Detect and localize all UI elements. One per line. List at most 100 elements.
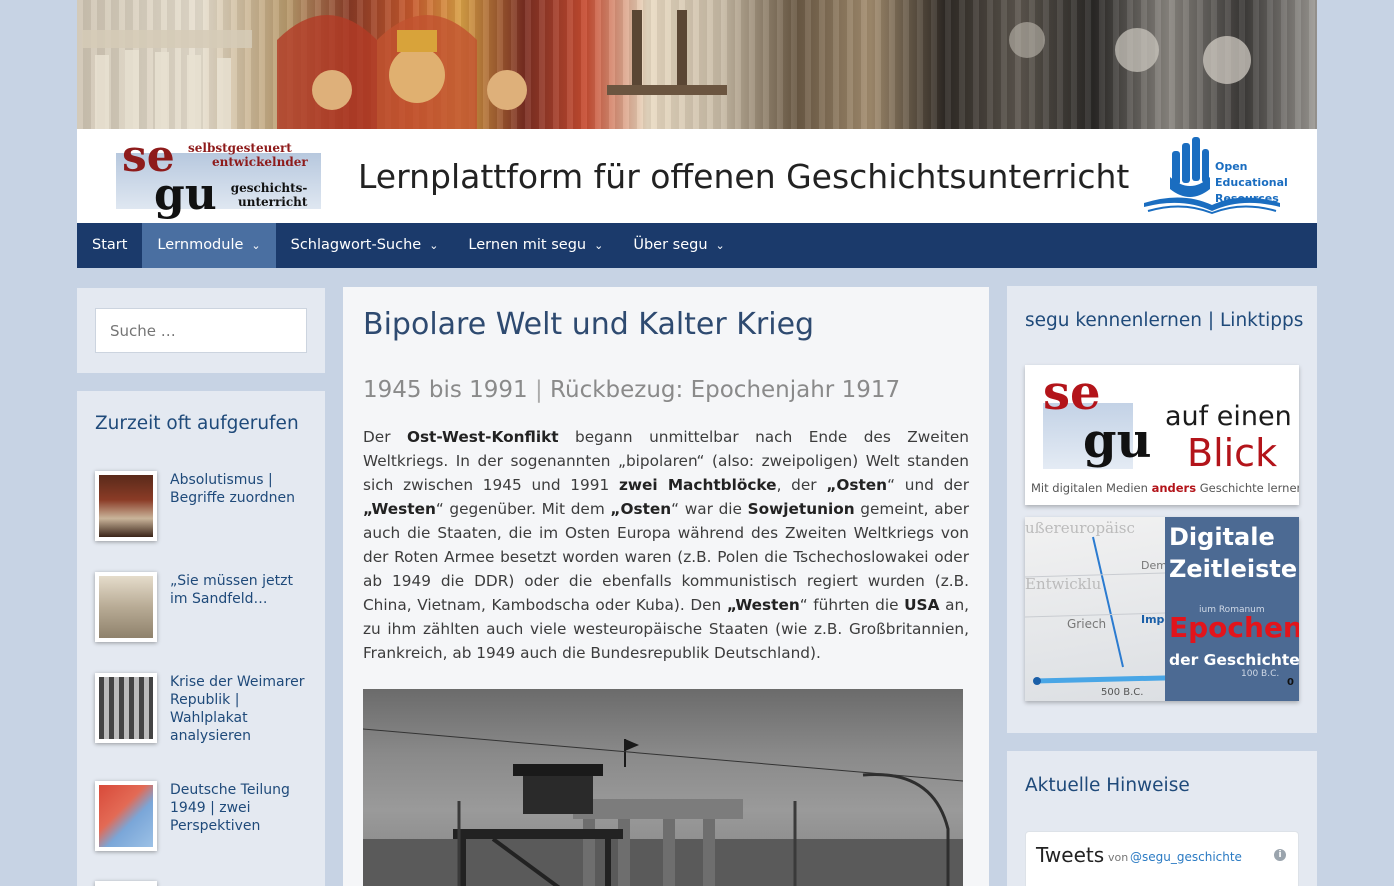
nav-lernen-mit-segu[interactable]: Lernen mit segu ⌄ [453, 223, 618, 268]
chevron-down-icon: ⌄ [715, 239, 725, 252]
nav-schlagwort-suche[interactable]: Schlagwort-Suche ⌄ [276, 223, 454, 268]
sandfeld-image [99, 576, 153, 638]
list-item[interactable]: Absolutismus | Begriffe zuordnen [95, 471, 315, 543]
text: “ und der [887, 476, 969, 494]
nav-lernmodule-label: Lernmodule [157, 237, 244, 253]
oer-line-3: Resources [1215, 192, 1279, 205]
promo-line2: Blick [1187, 431, 1278, 475]
bold-term: zwei Machtblöcke [618, 476, 777, 494]
promo-footer: Mit digitalen Medien anders Geschichte l… [1031, 481, 1299, 495]
popular-link[interactable]: Absolutismus | Begriffe zuordnen [170, 471, 310, 507]
logo-line3: geschichts- [230, 181, 308, 195]
chevron-down-icon: ⌄ [251, 239, 261, 252]
main-content: Bipolare Welt und Kalter Krieg 1945 bis … [343, 287, 989, 886]
nav-start-label: Start [92, 237, 128, 253]
timeline-word: ußereuropäisc [1025, 519, 1135, 537]
promo-line1: auf einen [1165, 401, 1292, 432]
timeline-word: Dem [1141, 559, 1167, 572]
promo-logo-gu: gu [1083, 413, 1152, 469]
oer-line-1: Open [1215, 160, 1248, 173]
chevron-down-icon: ⌄ [429, 239, 439, 252]
timeline-word: 100 B.C. [1241, 669, 1280, 679]
oer-logo[interactable]: Open Educational Resources [1142, 133, 1288, 217]
photo-thumbnail[interactable] [95, 881, 157, 886]
hints-title: Aktuelle Hinweise [1025, 775, 1190, 796]
nav-ueber-segu[interactable]: Über segu ⌄ [618, 223, 739, 268]
main-navigation: Start Lernmodule ⌄ Schlagwort-Suche ⌄ Lern… [77, 223, 1317, 268]
text: “ führten die [799, 596, 905, 614]
page-title: Bipolare Welt und Kalter Krieg [363, 307, 815, 342]
logo-line2: entwickelnder [212, 155, 308, 169]
nav-start[interactable]: Start [77, 223, 142, 268]
text: Der [363, 428, 407, 446]
timeline-word: 500 B.C. [1101, 687, 1144, 698]
list-item[interactable]: „Sie müssen jetzt im Sandfeld… [95, 572, 315, 644]
promo-footer-c: Geschichte lernen [1196, 481, 1299, 495]
bold-term: Ost-West-Konflikt [406, 428, 559, 446]
popular-link[interactable]: Deutsche Teilung 1949 | zwei Perspektive… [170, 781, 310, 835]
text: , der [776, 476, 827, 494]
timeline-word: 0 [1287, 677, 1294, 688]
logo-subtitle-top: selbstgesteuert entwickelnder [188, 141, 308, 169]
list-item[interactable]: Deutsche Teilung 1949 | zwei Perspektive… [95, 781, 315, 853]
intro-paragraph: Der Ost-West-Konflikt begann unmittelbar… [363, 425, 969, 665]
banner-collage [82, 10, 1251, 129]
popular-link[interactable]: Krise der Weimarer Republik | Wahlplakat… [170, 673, 310, 745]
brandenburg-gate-photo [363, 689, 963, 886]
text: “ war die [671, 500, 748, 518]
info-icon[interactable]: i [1274, 849, 1286, 861]
photo-scene [363, 728, 963, 886]
links-widget: segu kennenlernen | Linktipps se gu auf … [1007, 286, 1317, 733]
logo-line1: selbstgesteuert [188, 141, 292, 155]
oer-text: Open Educational Resources [1215, 159, 1288, 207]
digitale-zeitleiste-banner[interactable]: ußereuropäisc Entwicklu Griech Impe Dem … [1025, 517, 1299, 701]
nav-lernmodule[interactable]: Lernmodule ⌄ [142, 223, 276, 268]
promo-footer-a: Mit digitalen Medien [1031, 481, 1152, 495]
tweets-label: Tweets [1036, 843, 1105, 867]
bold-term: „Osten [826, 476, 888, 494]
search-input[interactable] [95, 308, 307, 353]
segu-logo[interactable]: se gu selbstgesteuert entwickelnder gesc… [116, 135, 321, 217]
nav-lernen-label: Lernen mit segu [468, 237, 587, 253]
twitter-timeline[interactable]: Tweets von @segu_geschichte i [1025, 831, 1299, 886]
header-banner-image [77, 0, 1317, 129]
subtitle-separator: | [527, 377, 551, 403]
zeitleiste-line1: Digitale [1169, 523, 1275, 551]
bold-term: „Westen [363, 500, 436, 518]
photo-thumbnail[interactable] [95, 673, 157, 743]
zeitleiste-line3: Epochen [1169, 611, 1299, 644]
twitter-handle-link[interactable]: @segu_geschichte [1130, 850, 1242, 864]
hints-widget: Aktuelle Hinweise Tweets von @segu_gesch… [1007, 751, 1317, 886]
photo-thumbnail[interactable] [95, 572, 157, 642]
popular-title: Zurzeit oft aufgerufen [95, 413, 299, 434]
oer-line-2: Educational [1215, 176, 1288, 189]
weimar-image [99, 677, 153, 739]
zeitleiste-line2: Zeitleiste [1169, 555, 1298, 583]
tweets-by: von [1108, 851, 1129, 864]
bold-term: Sowjetunion [747, 500, 855, 518]
subtitle-period: 1945 bis 1991 [363, 377, 528, 403]
links-title: segu kennenlernen | Linktipps [1025, 310, 1304, 331]
search-widget [77, 288, 325, 373]
list-item[interactable] [95, 881, 315, 886]
map-thumbnail[interactable] [95, 781, 157, 851]
subtitle-reference: Rückbezug: Epochenjahr 1917 [550, 377, 901, 403]
nav-ueber-label: Über segu [633, 237, 708, 253]
site-title: Lernplattform für offenen Geschichtsunte… [358, 157, 1130, 196]
segu-auf-einen-blick-banner[interactable]: se gu auf einen Blick Mit digitalen Medi… [1025, 365, 1299, 505]
zeitleiste-line4: der Geschichte [1169, 651, 1299, 669]
logo-subtitle-bottom: geschichts- unterricht [220, 181, 308, 209]
timeline-word: Entwicklu [1025, 575, 1102, 593]
painting-thumbnail[interactable] [95, 471, 157, 541]
text: “ gegenüber. Mit dem [435, 500, 611, 518]
teilung-map-image [99, 785, 153, 847]
page-subtitle: 1945 bis 1991 | Rückbezug: Epochenjahr 1… [363, 377, 900, 403]
timeline-word: Griech [1067, 617, 1107, 631]
popular-link[interactable]: „Sie müssen jetzt im Sandfeld… [170, 572, 310, 608]
list-item[interactable]: Krise der Weimarer Republik | Wahlplakat… [95, 673, 315, 745]
nav-schlagwort-label: Schlagwort-Suche [290, 237, 422, 253]
bold-term: USA [904, 596, 940, 614]
logo-line4: unterricht [238, 195, 308, 209]
bold-term: „Osten [610, 500, 672, 518]
bold-term: „Westen [726, 596, 800, 614]
